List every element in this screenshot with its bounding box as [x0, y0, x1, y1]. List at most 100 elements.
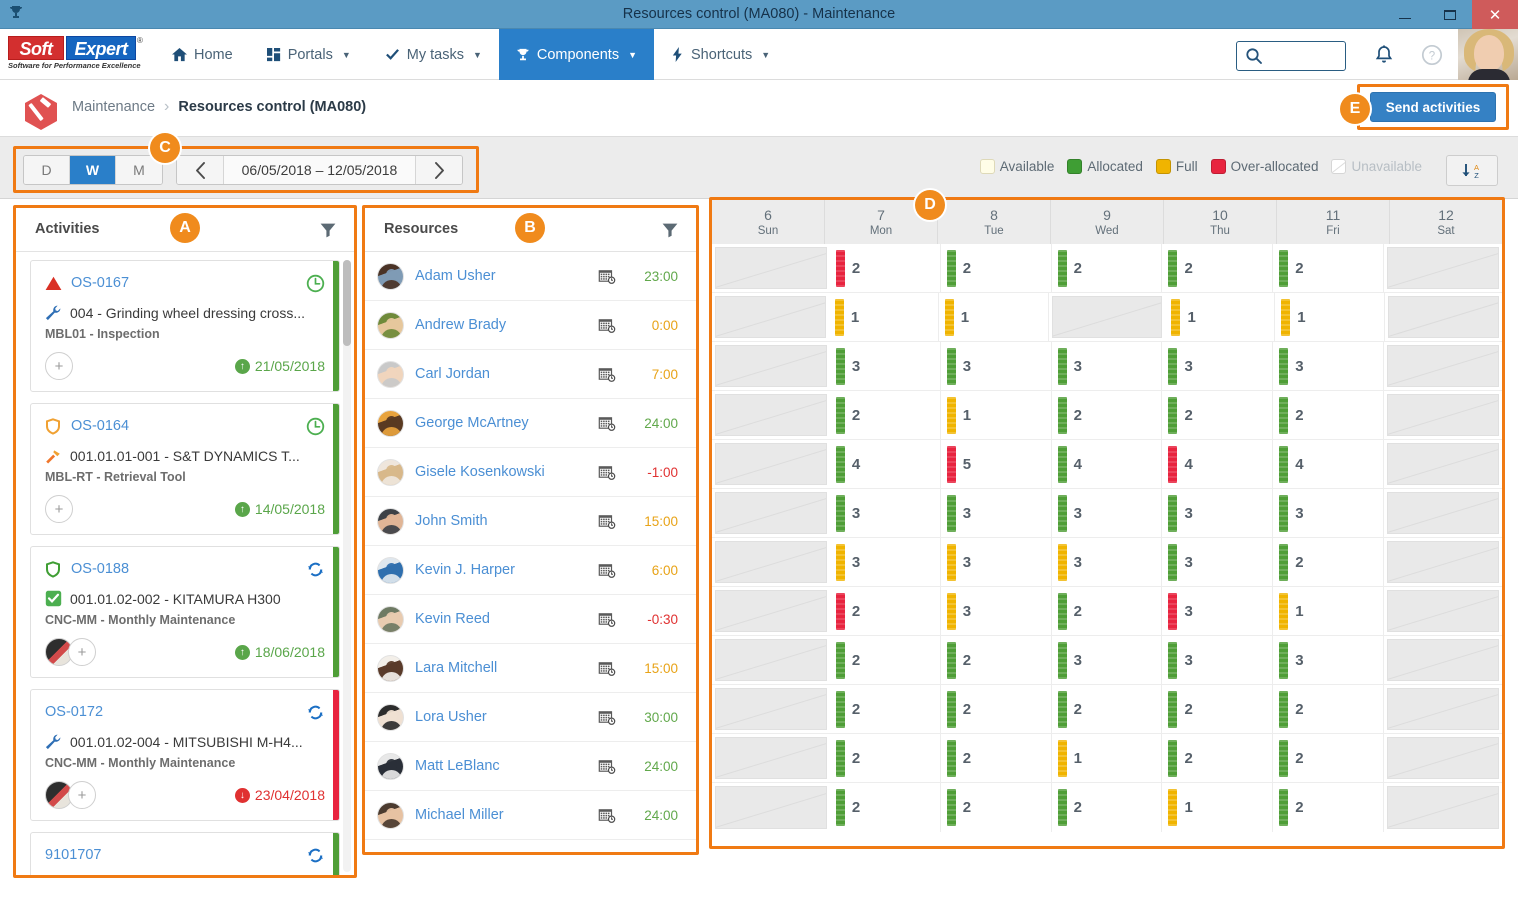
- search-input[interactable]: [1236, 41, 1346, 71]
- grid-cell-allocation[interactable]: 1: [1162, 783, 1274, 832]
- grid-cell-allocation[interactable]: 3: [1273, 636, 1385, 684]
- resources-list[interactable]: Adam Usher 23:00 Andrew Brady 0:00 Carl Jord…: [365, 252, 696, 852]
- activities-scrollbar[interactable]: [343, 260, 351, 872]
- funnel-icon[interactable]: [320, 222, 336, 238]
- resource-name[interactable]: George McArtney: [415, 415, 529, 431]
- grid-cell-allocation[interactable]: 1: [941, 391, 1052, 439]
- activity-card[interactable]: OS-0188 001.01.02-002 - KITAMURA H300 CN…: [30, 546, 340, 678]
- grid-cell-allocation[interactable]: 3: [830, 342, 941, 390]
- grid-cell-allocation[interactable]: 1: [829, 293, 939, 341]
- resource-row[interactable]: Kevin Reed -0:30: [365, 595, 696, 644]
- resource-name[interactable]: Gisele Kosenkowski: [415, 464, 545, 480]
- resource-row[interactable]: Andrew Brady 0:00: [365, 301, 696, 350]
- resource-name[interactable]: Michael Miller: [415, 807, 504, 823]
- resource-name[interactable]: Andrew Brady: [415, 317, 506, 333]
- nav-item-home[interactable]: Home: [155, 29, 250, 80]
- view-mode-month[interactable]: M: [116, 156, 162, 184]
- grid-cell-allocation[interactable]: 2: [1052, 685, 1163, 733]
- calendar-clock-icon[interactable]: [598, 660, 616, 676]
- resource-row[interactable]: Carl Jordan 7:00: [365, 350, 696, 399]
- calendar-clock-icon[interactable]: [598, 317, 616, 333]
- resource-row[interactable]: Lora Usher 30:00: [365, 693, 696, 742]
- calendar-clock-icon[interactable]: [598, 366, 616, 382]
- nav-item-components[interactable]: Components ▼: [498, 29, 655, 80]
- grid-cell-allocation[interactable]: 2: [1162, 685, 1274, 733]
- grid-cell-allocation[interactable]: 2: [830, 783, 941, 832]
- grid-cell-allocation[interactable]: 3: [1162, 587, 1274, 635]
- grid-cell-allocation[interactable]: 2: [941, 734, 1052, 782]
- grid-cell-allocation[interactable]: 3: [1273, 489, 1385, 537]
- grid-cell-allocation[interactable]: 2: [830, 636, 941, 684]
- grid-cell-allocation[interactable]: 2: [941, 783, 1052, 832]
- close-button[interactable]: ✕: [1472, 0, 1518, 29]
- grid-cell-allocation[interactable]: 2: [1162, 244, 1274, 292]
- grid-cell-allocation[interactable]: 3: [1162, 636, 1274, 684]
- nav-item-my-tasks[interactable]: My tasks ▼: [368, 29, 499, 80]
- grid-cell-allocation[interactable]: 3: [830, 538, 941, 586]
- nav-item-shortcuts[interactable]: Shortcuts ▼: [654, 29, 787, 80]
- activity-code[interactable]: OS-0164: [71, 418, 129, 434]
- grid-cell-allocation[interactable]: 3: [1162, 489, 1274, 537]
- grid-cell-allocation[interactable]: 1: [1165, 293, 1276, 341]
- activity-card[interactable]: OS-0164 001.01.01-001 - S&T DYNAMICS T..…: [30, 403, 340, 535]
- send-activities-button[interactable]: Send activities: [1370, 92, 1496, 122]
- grid-cell-allocation[interactable]: 3: [941, 342, 1052, 390]
- grid-cell-allocation[interactable]: 2: [1273, 783, 1385, 832]
- grid-cell-allocation[interactable]: 3: [1052, 342, 1163, 390]
- grid-cell-allocation[interactable]: 2: [1273, 734, 1385, 782]
- grid-body[interactable]: 2222211113333321222454443333333332232312…: [712, 244, 1502, 832]
- grid-cell-allocation[interactable]: 4: [1273, 440, 1385, 488]
- resource-name[interactable]: John Smith: [415, 513, 488, 529]
- softexpert-logo[interactable]: Soft Expert ® Software for Performance E…: [8, 34, 143, 75]
- add-resource-button[interactable]: +: [45, 352, 73, 380]
- activity-card[interactable]: 9101707: [30, 832, 340, 875]
- grid-cell-allocation[interactable]: 3: [1162, 538, 1274, 586]
- grid-cell-allocation[interactable]: 2: [1273, 538, 1385, 586]
- grid-cell-allocation[interactable]: 2: [830, 391, 941, 439]
- resource-name[interactable]: Matt LeBlanc: [415, 758, 500, 774]
- grid-cell-allocation[interactable]: 2: [1162, 391, 1274, 439]
- resource-name[interactable]: Lora Usher: [415, 709, 487, 725]
- sort-az-descending-icon[interactable]: A Z: [1446, 155, 1498, 186]
- chevron-right-icon[interactable]: [415, 156, 462, 184]
- resource-row[interactable]: John Smith 15:00: [365, 497, 696, 546]
- grid-cell-allocation[interactable]: 3: [1052, 538, 1163, 586]
- grid-cell-allocation[interactable]: 3: [1052, 636, 1163, 684]
- grid-cell-allocation[interactable]: 5: [941, 440, 1052, 488]
- grid-cell-allocation[interactable]: 2: [830, 734, 941, 782]
- calendar-clock-icon[interactable]: [598, 611, 616, 627]
- resource-row[interactable]: George McArtney 24:00: [365, 399, 696, 448]
- chevron-left-icon[interactable]: [177, 156, 224, 184]
- resource-row[interactable]: Gisele Kosenkowski -1:00: [365, 448, 696, 497]
- calendar-clock-icon[interactable]: [598, 807, 616, 823]
- grid-cell-allocation[interactable]: 2: [1273, 244, 1385, 292]
- resource-row[interactable]: Kevin J. Harper 6:00: [365, 546, 696, 595]
- grid-cell-allocation[interactable]: 2: [1052, 783, 1163, 832]
- add-resource-button[interactable]: +: [68, 781, 96, 809]
- resource-row[interactable]: Lara Mitchell 15:00: [365, 644, 696, 693]
- help-button[interactable]: ?: [1420, 43, 1446, 69]
- grid-cell-allocation[interactable]: 2: [1052, 244, 1163, 292]
- resource-name[interactable]: Kevin J. Harper: [415, 562, 515, 578]
- grid-cell-allocation[interactable]: 1: [1275, 293, 1386, 341]
- resource-row[interactable]: Matt LeBlanc 24:00: [365, 742, 696, 791]
- calendar-clock-icon[interactable]: [598, 513, 616, 529]
- breadcrumb-parent[interactable]: Maintenance: [72, 99, 155, 115]
- add-resource-button[interactable]: +: [68, 638, 96, 666]
- activity-card[interactable]: OS-0172 001.01.02-004 - MITSUBISHI M-H4.…: [30, 689, 340, 821]
- date-range-label[interactable]: 06/05/2018 – 12/05/2018: [224, 156, 415, 184]
- calendar-clock-icon[interactable]: [598, 758, 616, 774]
- grid-cell-allocation[interactable]: 3: [830, 489, 941, 537]
- resource-row[interactable]: Adam Usher 23:00: [365, 252, 696, 301]
- grid-cell-allocation[interactable]: 2: [1052, 391, 1163, 439]
- activity-code[interactable]: OS-0188: [71, 561, 129, 577]
- resource-row[interactable]: Michael Miller 24:00: [365, 791, 696, 840]
- grid-cell-allocation[interactable]: 2: [941, 636, 1052, 684]
- grid-cell-allocation[interactable]: 3: [1273, 342, 1385, 390]
- grid-cell-allocation[interactable]: 1: [939, 293, 1049, 341]
- assigned-resources[interactable]: +: [45, 638, 97, 666]
- grid-cell-allocation[interactable]: 1: [1052, 734, 1163, 782]
- minimize-button[interactable]: [1382, 0, 1427, 29]
- grid-cell-allocation[interactable]: 4: [1052, 440, 1163, 488]
- activity-card[interactable]: OS-0167 004 - Grinding wheel dressing cr…: [30, 260, 340, 392]
